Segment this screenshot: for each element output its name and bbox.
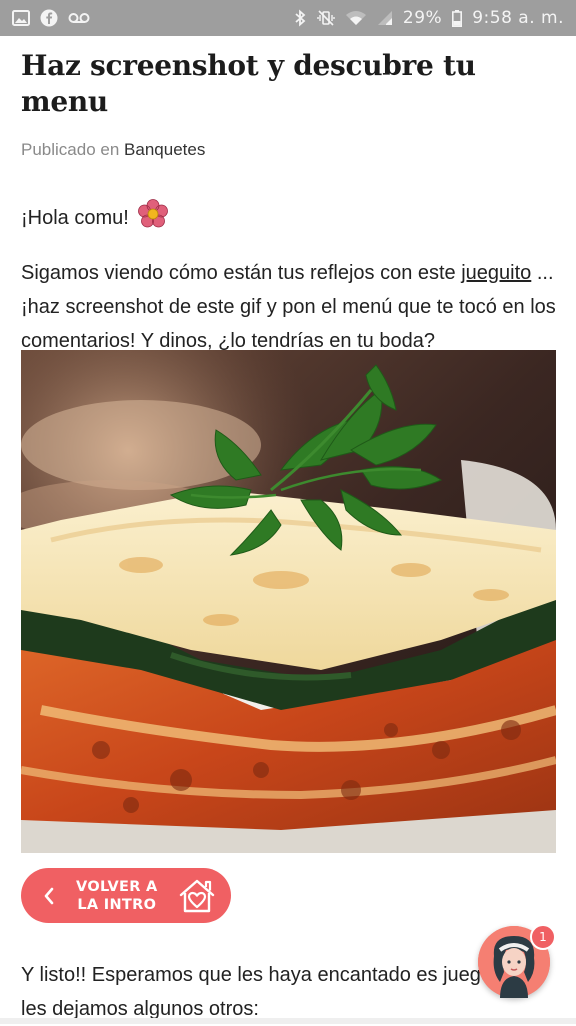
vibrate-icon: [317, 9, 335, 27]
jueguito-link[interactable]: jueguito: [461, 262, 531, 284]
clock: 9:58 a. m.: [472, 8, 564, 28]
article: Haz screenshot y descubre tu menu Public…: [21, 36, 556, 378]
category-link[interactable]: Banquetes: [124, 140, 205, 159]
battery-icon: [452, 9, 463, 27]
status-right: 29% 9:58 a. m.: [293, 8, 564, 28]
article-meta: Publicado en Banquetes: [21, 140, 556, 160]
back-button-label: VOLVER A LA INTRO: [76, 878, 158, 913]
chevron-left-icon: [35, 887, 63, 905]
bottom-divider: [0, 1018, 576, 1024]
image-icon: [12, 10, 30, 26]
wifi-icon: [345, 10, 367, 26]
status-bar: 29% 9:58 a. m.: [0, 0, 576, 36]
article-title: Haz screenshot y descubre tu menu: [21, 49, 476, 118]
lasagna-image: [21, 350, 556, 853]
back-to-intro-button[interactable]: VOLVER A LA INTRO: [21, 868, 231, 923]
signal-icon: [377, 10, 393, 26]
para-text: Sigamos viendo cómo están tus reflejos c…: [21, 262, 462, 284]
published-label: Publicado en: [21, 140, 120, 159]
notification-badge: 1: [530, 924, 556, 950]
greeting: ¡Hola comu!: [21, 198, 556, 238]
home-heart-icon: [177, 877, 217, 915]
voicemail-icon: [68, 12, 90, 24]
greeting-text: ¡Hola comu!: [21, 207, 129, 229]
facebook-icon: [40, 9, 58, 27]
flower-icon: [137, 198, 169, 238]
battery-percent: 29%: [402, 8, 443, 28]
status-left: [12, 9, 90, 27]
closing-paragraph: Y listo!! Esperamos que les haya encanta…: [21, 964, 530, 1020]
intro-paragraph: Sigamos viendo cómo están tus reflejos c…: [21, 256, 556, 358]
bluetooth-icon: [293, 9, 307, 27]
